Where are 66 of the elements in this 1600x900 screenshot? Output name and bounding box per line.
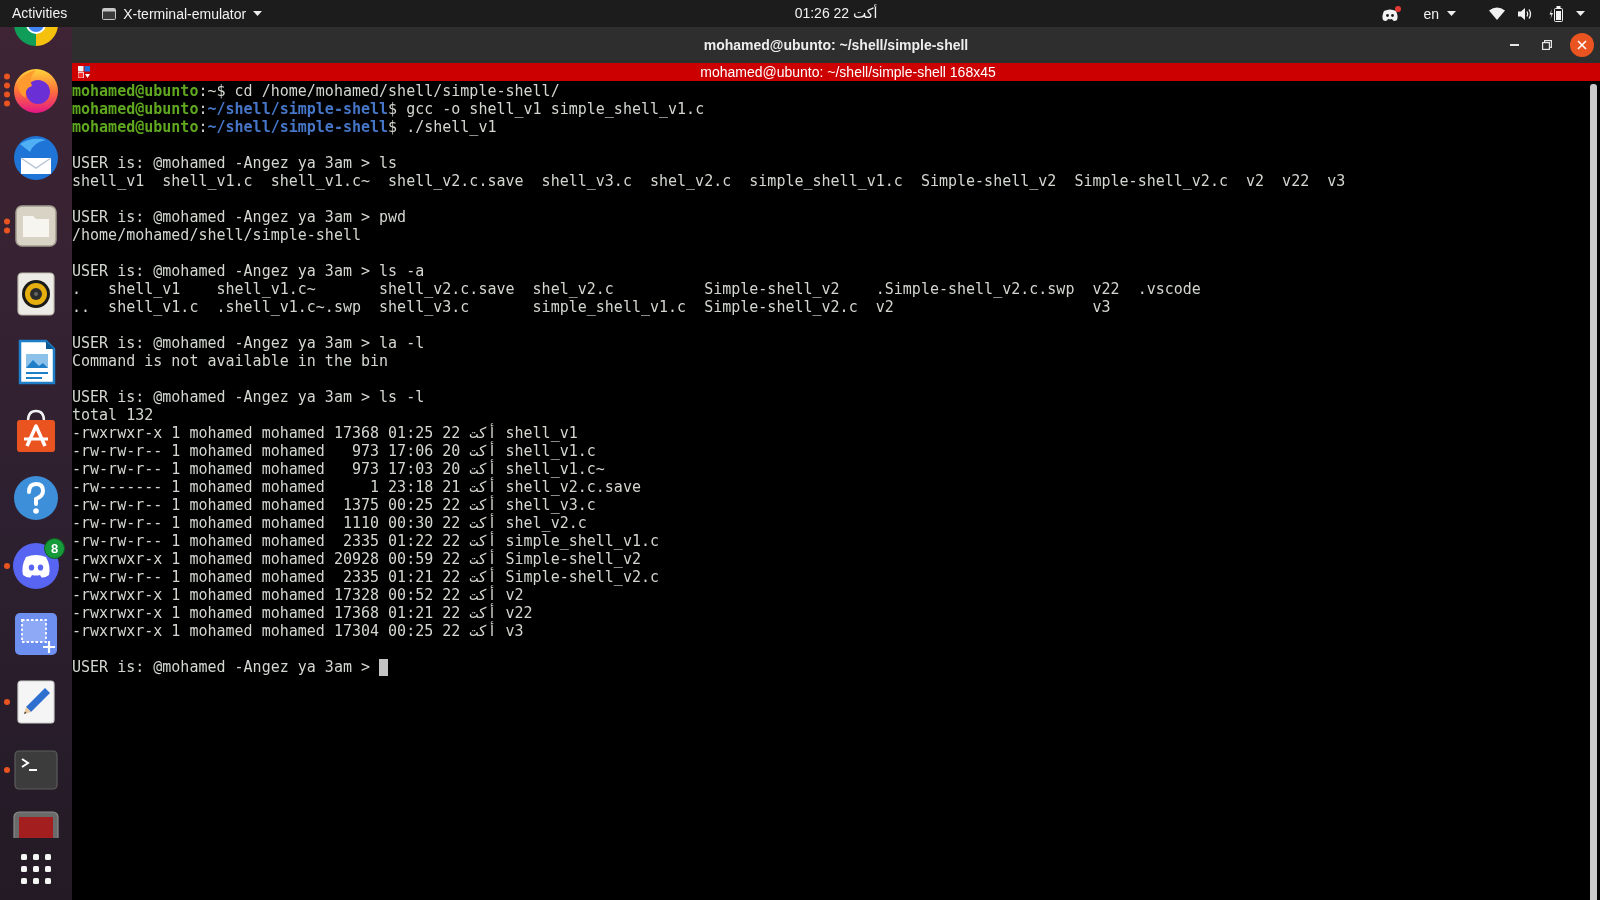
command-line: mohamed@ubunto:~/shell/simple-shell$ ./shell_v1	[72, 118, 497, 136]
scrollbar-thumb[interactable]	[1590, 84, 1597, 900]
window-title: mohamed@ubunto: ~/shell/simple-shell	[703, 37, 969, 53]
running-dot-icon	[4, 100, 10, 107]
running-dot-icon	[4, 91, 10, 98]
output-line: . shell_v1 shell_v1.c~ shell_v2.c.save shel_v2.c Simple-shell_v2 .Simple-shell_v2.c.swp v22 .vscode	[72, 280, 1201, 298]
caret-icon	[1447, 11, 1456, 16]
running-dot-icon	[4, 227, 10, 234]
help-icon[interactable]	[12, 474, 60, 522]
output-line: -rwxrwxr-x 1 mohamed mohamed 20928 00:59 22 أكت Simple-shell_v2	[72, 550, 641, 568]
grid-icon[interactable]	[21, 854, 51, 884]
output-line: total 132	[72, 406, 154, 424]
output-line: -rwxrwxr-x 1 mohamed mohamed 17328 00:52 22 أكت v2	[72, 586, 524, 604]
output-line: -rwxrwxr-x 1 mohamed mohamed 17368 01:21 22 أكت v22	[72, 604, 533, 622]
caret-icon	[253, 11, 263, 16]
close-button[interactable]	[1570, 33, 1594, 57]
output-line: -rw-rw-r-- 1 mohamed mohamed 973 17:03 20 أكت shell_v1.c~	[72, 460, 605, 478]
output-line: -rwxrwxr-x 1 mohamed mohamed 17368 01:25 22 أكت shell_v1	[72, 424, 578, 442]
restore-icon	[1542, 40, 1552, 50]
output-line: shell_v1 shell_v1.c shell_v1.c~ shell_v2.c.save shell_v3.c shel_v2.c simple_shell_v1.c Simple-shell_v2 Simple-shell_v2.c v2 v22 v3	[72, 172, 1346, 190]
volume-icon[interactable]	[1518, 6, 1533, 21]
running-dot-icon	[4, 563, 10, 569]
battery-icon[interactable]	[1549, 5, 1563, 22]
keyboard-layout-button[interactable]: en	[1423, 0, 1456, 27]
output-line: .. shell_v1.c .shell_v1.c~.swp shell_v3.c simple_shell_v1.c Simple-shell_v2.c v2 v3	[72, 298, 1111, 316]
output-line: -rw-rw-r-- 1 mohamed mohamed 1110 00:30 22 أكت shel_v2.c	[72, 514, 587, 532]
caret-icon[interactable]	[1576, 11, 1585, 16]
running-dot-icon	[4, 699, 10, 705]
output-line: -rw-rw-r-- 1 mohamed mohamed 2335 01:21 22 أكت Simple-shell_v2.c	[72, 568, 659, 586]
output-line: -rw------- 1 mohamed mohamed 1 23:18 21 أكت shell_v2.c.save	[72, 478, 641, 496]
selection-icon[interactable]	[12, 610, 60, 658]
command-line: USER is: @mohamed -Angez ya 3am > ls -a	[72, 262, 425, 280]
command-line: USER is: @mohamed -Angez ya 3am > la -l	[72, 334, 425, 352]
running-dot-icon	[4, 767, 10, 773]
wifi-icon[interactable]	[1489, 7, 1505, 20]
minimize-icon	[1509, 44, 1519, 46]
command-line: USER is: @mohamed -Angez ya 3am >	[72, 658, 371, 676]
fox-globe-icon[interactable]	[12, 66, 60, 114]
notification-badge: 8	[44, 538, 65, 559]
output-line: /home/mohamed/shell/simple-shell	[72, 226, 361, 244]
output-line: Command is not available in the bin	[72, 352, 389, 370]
running-dot-icon	[4, 73, 10, 80]
running-dot-icon	[4, 218, 10, 225]
envelope-icon[interactable]	[12, 134, 60, 182]
output-line: -rw-rw-r-- 1 mohamed mohamed 973 17:06 20 أكت shell_v1.c	[72, 442, 596, 460]
command-line: mohamed@ubunto:~/shell/simple-shell$ gcc -o shell_v1 simple_shell_v1.c	[72, 100, 705, 118]
color-wheel-icon[interactable]	[12, 27, 60, 47]
controller-icon[interactable]	[1381, 5, 1402, 22]
command-line: mohamed@ubunto:~$ cd /home/mohamed/shell/simple-shell/	[72, 82, 560, 100]
controller-icon[interactable]	[12, 542, 60, 590]
app-menu-button[interactable]: X-terminal-emulator	[102, 0, 263, 27]
command-line: USER is: @mohamed -Angez ya 3am > ls -l	[72, 388, 425, 406]
app-tile-icon[interactable]	[12, 811, 60, 838]
command-line: USER is: @mohamed -Angez ya 3am > pwd	[72, 208, 407, 226]
folder-icon[interactable]	[12, 202, 60, 250]
terminal-title: mohamed@ubunto: ~/shell/simple-shell 168x45	[700, 63, 996, 81]
tiles-icon[interactable]	[78, 66, 90, 78]
clock-button[interactable]: 01:26 22 أكت	[790, 0, 882, 27]
output-line: -rw-rw-r-- 1 mohamed mohamed 2335 01:22 22 أكت simple_shell_v1.c	[72, 532, 659, 550]
close-icon	[1577, 40, 1587, 50]
output-line: -rw-rw-r-- 1 mohamed mohamed 1375 00:25 22 أكت shell_v3.c	[72, 496, 596, 514]
window-icon	[102, 7, 117, 20]
command-line: USER is: @mohamed -Angez ya 3am > ls	[72, 154, 398, 172]
activities-button[interactable]: Activities	[0, 0, 76, 27]
output-line: -rwxrwxr-x 1 mohamed mohamed 17304 00:25 22 أكت v3	[72, 622, 524, 640]
running-dot-icon	[4, 82, 10, 89]
